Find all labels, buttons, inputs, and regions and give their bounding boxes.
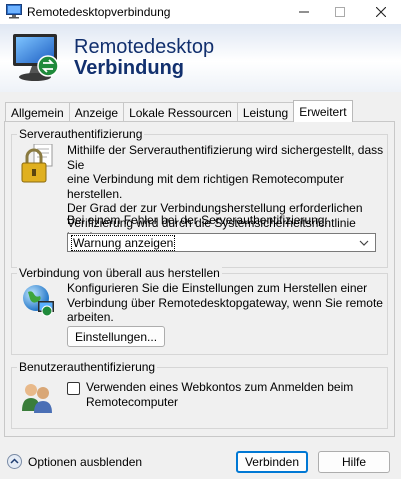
settings-button[interactable]: Einstellungen... bbox=[67, 326, 165, 347]
options-toggle[interactable]: Optionen ausblenden bbox=[7, 454, 142, 469]
remote-desktop-icon bbox=[6, 4, 22, 19]
connect-anywhere-description: Konfigurieren Sie die Einstellungen zum … bbox=[67, 281, 383, 324]
banner-title-line1: Remotedesktop bbox=[74, 36, 215, 58]
server-auth-dropdown[interactable]: Warnung anzeigen bbox=[67, 233, 376, 252]
globe-network-icon bbox=[23, 285, 54, 317]
tab-allgemein[interactable]: Allgemein bbox=[5, 102, 70, 122]
banner-title-line2: Verbindung bbox=[74, 57, 184, 79]
server-auth-description: Mithilfe der Serverauthentifizierung wir… bbox=[67, 143, 384, 244]
connect-button[interactable]: Verbinden bbox=[236, 451, 308, 473]
help-button[interactable]: Hilfe bbox=[318, 451, 390, 473]
users-icon bbox=[22, 384, 52, 413]
tab-lokale-ressourcen[interactable]: Lokale Ressourcen bbox=[123, 102, 238, 122]
server-auth-error-label: Bei einem Fehler bei der Serverauthentif… bbox=[67, 213, 328, 227]
server-auth-title: Serverauthentifizierung bbox=[17, 127, 145, 141]
maximize-icon bbox=[335, 7, 345, 17]
title-bar: Remotedesktopverbindung bbox=[0, 0, 401, 24]
chevron-up-circle-icon bbox=[7, 454, 22, 469]
web-account-checkbox-label[interactable]: Verwenden eines Webkontos zum Anmelden b… bbox=[86, 380, 386, 409]
close-button[interactable] bbox=[361, 0, 401, 24]
remote-desktop-monitor-icon bbox=[13, 34, 59, 81]
minimize-button[interactable] bbox=[284, 0, 324, 24]
connect-anywhere-group: Verbindung von überall aus herstellen Ko… bbox=[11, 266, 388, 355]
remote-desktop-window: Remotedesktopverbindung Remotedesktop Ve… bbox=[0, 0, 401, 479]
window-title: Remotedesktopverbindung bbox=[27, 5, 171, 19]
header-banner: Remotedesktop Verbindung bbox=[0, 24, 401, 92]
minimize-icon bbox=[299, 11, 309, 13]
maximize-button[interactable] bbox=[320, 0, 360, 24]
server-auth-group: Serverauthentifizierung Mithilfe der Ser… bbox=[11, 127, 388, 268]
tab-anzeige[interactable]: Anzeige bbox=[68, 102, 125, 122]
options-toggle-label: Optionen ausblenden bbox=[28, 454, 143, 469]
web-account-checkbox[interactable] bbox=[67, 382, 80, 395]
padlock-certificate-icon bbox=[21, 144, 53, 183]
connect-anywhere-title: Verbindung von überall aus herstellen bbox=[17, 266, 222, 280]
tab-strip: Allgemein Anzeige Lokale Ressourcen Leis… bbox=[5, 100, 353, 122]
user-auth-group: Benutzerauthentifizierung Verwenden eine… bbox=[11, 360, 388, 429]
user-auth-title: Benutzerauthentifizierung bbox=[17, 360, 158, 374]
chevron-down-icon bbox=[359, 240, 369, 246]
tab-leistung[interactable]: Leistung bbox=[236, 102, 295, 122]
tab-erweitert[interactable]: Erweitert bbox=[293, 100, 353, 122]
server-auth-dropdown-value: Warnung anzeigen bbox=[71, 235, 176, 251]
tab-panel-erweitert: Serverauthentifizierung Mithilfe der Ser… bbox=[4, 121, 395, 437]
close-icon bbox=[376, 7, 386, 17]
